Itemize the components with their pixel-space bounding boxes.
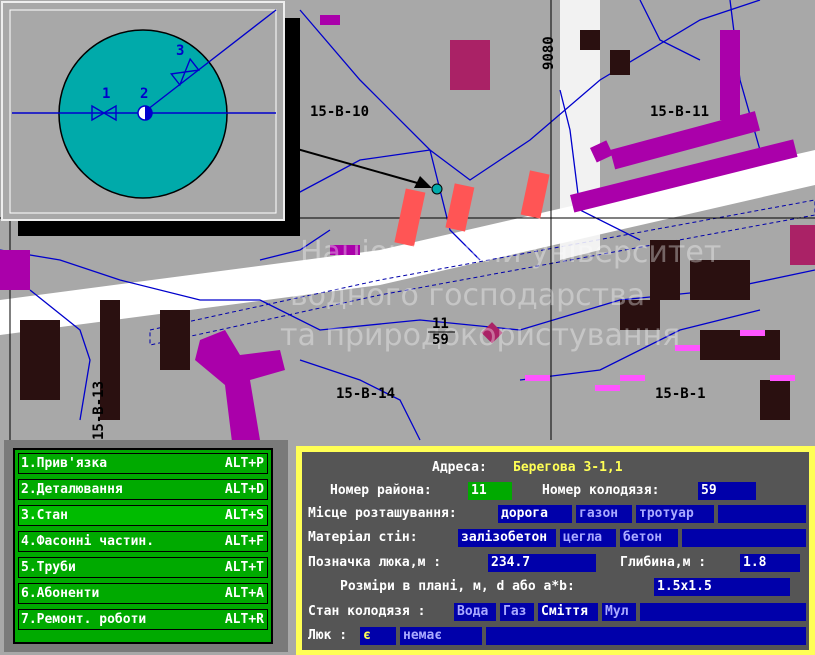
- menu-label: 4.Фасонні частин.: [21, 534, 155, 549]
- menu-shortcut: ALT+S: [224, 508, 264, 523]
- menu-item-state[interactable]: 3.Стан ALT+S: [18, 505, 268, 526]
- well-number-label: Номер колодязя:: [542, 483, 660, 498]
- hatch-level-label: Позначка люка,м :: [308, 555, 442, 570]
- menu-item-repairs[interactable]: 7.Ремонт. роботи ALT+R: [18, 609, 268, 630]
- location-lawn-option[interactable]: газон: [576, 505, 632, 523]
- inset-label-3: 3: [176, 43, 184, 59]
- menu-label: 7.Ремонт. роботи: [21, 612, 147, 627]
- district-field[interactable]: 11: [468, 482, 512, 500]
- district-label: Номер района:: [330, 483, 432, 498]
- menu-shortcut: ALT+F: [224, 534, 264, 549]
- sheet-label-15: 15-B-1: [655, 386, 706, 402]
- well-info-body: Адреса: Берегова 3-1,1 Номер района: 11 …: [302, 452, 809, 650]
- hatch-empty-field[interactable]: [486, 627, 806, 645]
- location-road-option[interactable]: дорога: [498, 505, 572, 523]
- state-empty-field[interactable]: [640, 603, 806, 621]
- hatch-no-option[interactable]: немає: [400, 627, 482, 645]
- material-empty-field[interactable]: [682, 529, 806, 547]
- menu-shortcut: ALT+A: [224, 586, 264, 601]
- sheet-label-13: 15-B-13: [91, 381, 107, 440]
- menu-item-fittings[interactable]: 4.Фасонні частин. ALT+F: [18, 531, 268, 552]
- size-field[interactable]: 1.5x1.5: [654, 578, 790, 596]
- menu-label: 2.Деталювання: [21, 482, 123, 497]
- menu-label: 3.Стан: [21, 508, 68, 523]
- material-label: Матеріал стін:: [308, 530, 418, 545]
- material-brick-option[interactable]: цегла: [560, 529, 616, 547]
- menu-shortcut: ALT+D: [224, 482, 264, 497]
- material-plain-concrete-option[interactable]: бетон: [620, 529, 678, 547]
- depth-label: Глибина,м :: [620, 555, 707, 570]
- menu-shortcut: ALT+R: [224, 612, 264, 627]
- depth-field[interactable]: 1.8: [740, 554, 800, 572]
- state-silt-option[interactable]: Мул: [602, 603, 636, 621]
- menu-shortcut: ALT+T: [224, 560, 264, 575]
- inset-label-2: 2: [140, 86, 148, 102]
- menu-shortcut: ALT+P: [224, 456, 264, 471]
- menu-label: 5.Труби: [21, 560, 76, 575]
- menu-label: 1.Прив'язка: [21, 456, 108, 471]
- menu-item-binding[interactable]: 1.Прив'язка ALT+P: [18, 453, 268, 474]
- sheet-label-10: 15-B-10: [310, 104, 369, 120]
- well-sub-label: 59: [432, 332, 449, 348]
- hatch-exist-label: Люк :: [308, 628, 348, 643]
- well-number-field[interactable]: 59: [698, 482, 756, 500]
- state-label: Стан колодязя :: [308, 604, 426, 619]
- location-label: Місце розташування:: [308, 506, 457, 521]
- watermark-line-2: водного господарства: [290, 278, 645, 313]
- hatch-yes-option[interactable]: є: [360, 627, 396, 645]
- material-concrete-option[interactable]: залізобетон: [458, 529, 556, 547]
- menu-item-subscribers[interactable]: 6.Абоненти ALT+A: [18, 583, 268, 604]
- well-info-panel: Адреса: Берегова 3-1,1 Номер района: 11 …: [296, 446, 815, 655]
- action-menu: 1.Прив'язка ALT+P 2.Деталювання ALT+D 3.…: [4, 440, 288, 652]
- inset-window: 1 2 3: [1, 1, 300, 236]
- well-num-label: 11: [432, 316, 449, 332]
- state-gas-option[interactable]: Газ: [500, 603, 534, 621]
- hatch-level-field[interactable]: 234.7: [488, 554, 596, 572]
- size-label: Розміри в плані, м, d або a*b:: [340, 579, 575, 594]
- coord-label: 9080: [541, 36, 557, 70]
- state-debris-option[interactable]: Сміття: [538, 603, 598, 621]
- inset-label-1: 1: [102, 86, 110, 102]
- sheet-label-14: 15-B-14: [336, 386, 395, 402]
- menu-frame: 1.Прив'язка ALT+P 2.Деталювання ALT+D 3.…: [13, 448, 273, 644]
- address-value: Берегова 3-1,1: [513, 460, 623, 475]
- menu-label: 6.Абоненти: [21, 586, 100, 601]
- sheet-label-11: 15-B-11: [650, 104, 709, 120]
- menu-item-detailing[interactable]: 2.Деталювання ALT+D: [18, 479, 268, 500]
- watermark-line-1: Національний університет: [300, 235, 721, 270]
- state-water-option[interactable]: Вода: [454, 603, 496, 621]
- watermark-line-3: та природокористування: [280, 318, 680, 353]
- location-sidewalk-option[interactable]: тротуар: [636, 505, 714, 523]
- well-marker[interactable]: [431, 183, 443, 195]
- location-empty-field[interactable]: [718, 505, 806, 523]
- menu-item-pipes[interactable]: 5.Труби ALT+T: [18, 557, 268, 578]
- address-label: Адреса:: [432, 460, 487, 475]
